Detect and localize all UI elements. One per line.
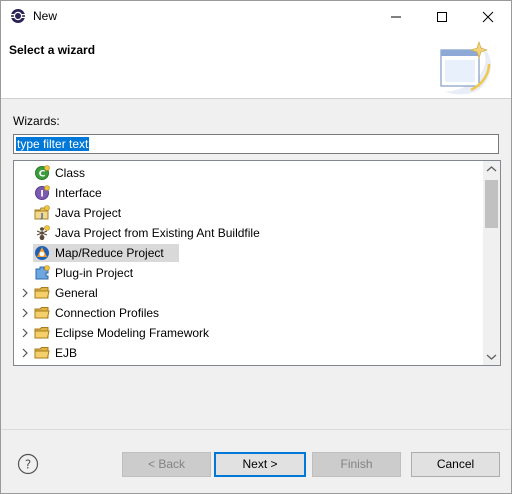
chevron-right-icon[interactable] (20, 288, 30, 298)
scrollbar-thumb[interactable] (485, 180, 498, 228)
wizard-tree[interactable]: C Class I Interface J Java Project Java … (13, 160, 501, 366)
maximize-button[interactable] (419, 1, 465, 32)
tree-item-label: Interface (55, 186, 102, 200)
tree-item-label: Java Project from Existing Ant Buildfile (55, 226, 260, 240)
plugin-icon (35, 265, 50, 280)
finish-button[interactable]: Finish (312, 452, 401, 477)
title-bar[interactable]: New (1, 1, 511, 32)
svg-text:C: C (39, 170, 46, 180)
java-project-icon: J (34, 205, 50, 220)
filter-input[interactable]: type filter text (13, 134, 499, 154)
folder-icon (34, 327, 50, 339)
minimize-icon (391, 16, 401, 18)
minimize-button[interactable] (373, 1, 419, 32)
folder-icon (34, 307, 50, 319)
svg-text:I: I (40, 190, 43, 200)
vertical-scrollbar[interactable] (483, 161, 500, 365)
tree-item-mapreduce-project[interactable]: Map/Reduce Project (14, 243, 484, 263)
filter-input-text: type filter text (16, 137, 90, 151)
scroll-up-icon[interactable] (483, 161, 500, 178)
back-button[interactable]: < Back (122, 452, 211, 477)
interface-icon: I (35, 185, 50, 200)
close-button[interactable] (465, 1, 511, 32)
mapreduce-icon (35, 246, 49, 260)
cancel-button[interactable]: Cancel (411, 452, 500, 477)
tree-item-label: General (55, 286, 98, 300)
tree-item-label: Connection Profiles (55, 306, 160, 320)
tree-item-label: Class (55, 166, 86, 180)
close-icon (482, 11, 494, 23)
folder-icon (34, 287, 50, 299)
ant-icon (36, 225, 50, 241)
new-wizard-dialog: New Select a wizard Wizards: type filter… (0, 0, 512, 494)
tree-item-label: Plug-in Project (55, 266, 134, 280)
wizards-label: Wizards: (13, 114, 60, 128)
help-icon[interactable]: ? (17, 453, 39, 475)
next-button[interactable]: Next > (214, 452, 306, 477)
chevron-right-icon[interactable] (20, 328, 30, 338)
footer-divider (1, 429, 511, 430)
eclipse-icon (11, 9, 25, 23)
class-icon: C (35, 165, 50, 180)
tree-item-label: Map/Reduce Project (55, 246, 164, 260)
svg-text:?: ? (25, 458, 31, 472)
scroll-down-icon[interactable] (483, 348, 500, 365)
window-title: New (33, 9, 58, 23)
page-title: Select a wizard (9, 43, 96, 57)
tree-item-label: Eclipse Modeling Framework (55, 326, 210, 340)
chevron-right-icon[interactable] (20, 308, 30, 318)
tree-item-label: Java Project (55, 206, 122, 220)
maximize-icon (437, 12, 447, 22)
folder-icon (34, 347, 50, 359)
svg-text:J: J (40, 212, 44, 220)
tree-item-label: EJB (55, 346, 78, 360)
chevron-right-icon[interactable] (20, 348, 30, 358)
wizard-header: Select a wizard (1, 32, 511, 99)
new-wizard-banner-icon (440, 41, 492, 95)
